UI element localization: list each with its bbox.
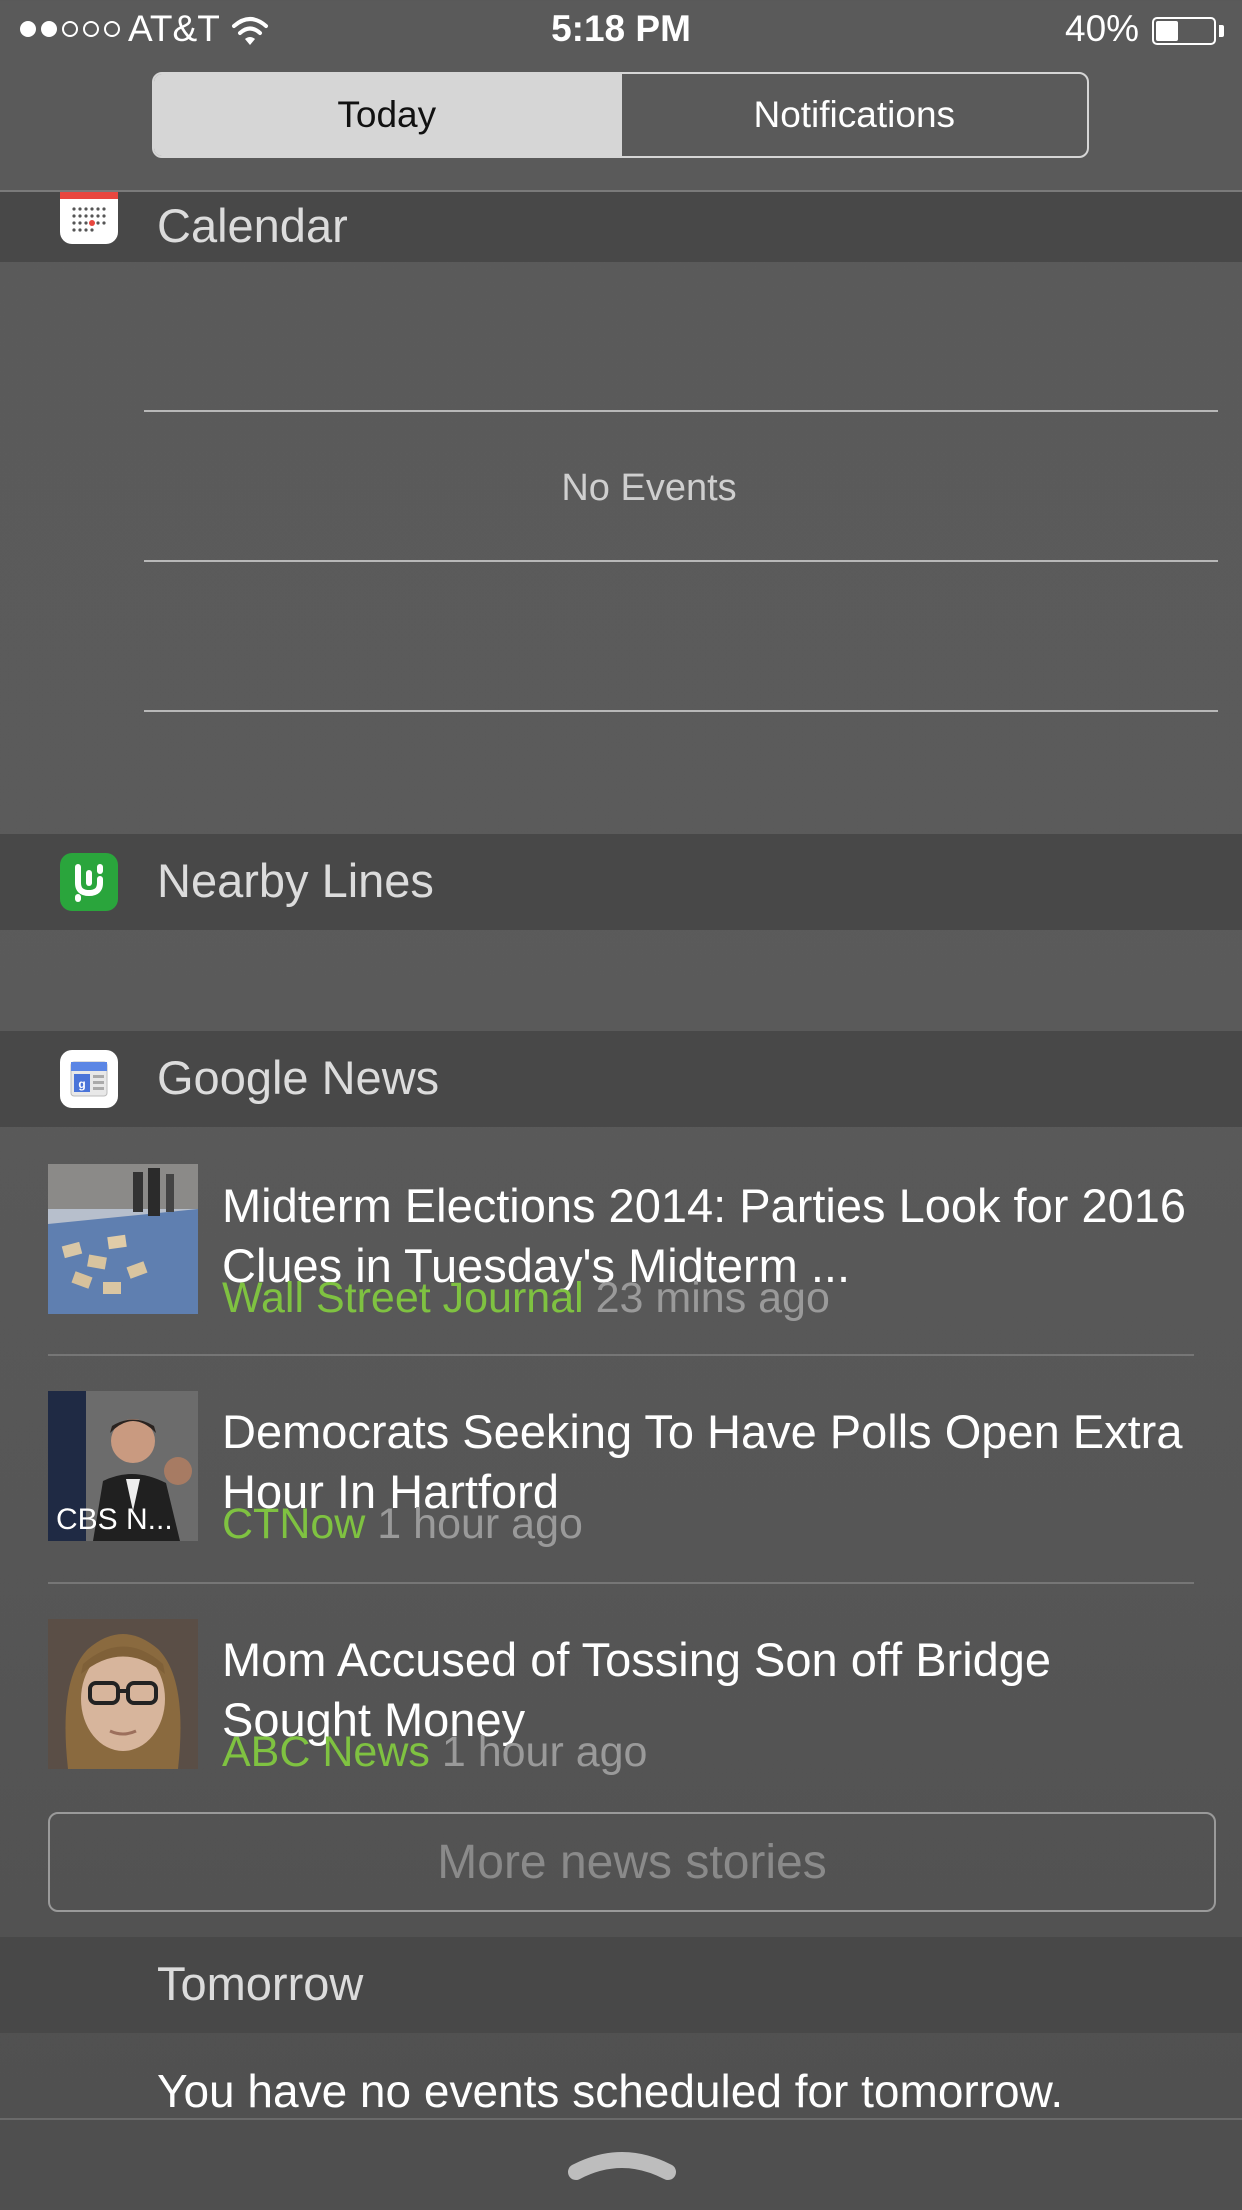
- tomorrow-title: Tomorrow: [157, 1957, 364, 2010]
- battery-icon: [1152, 17, 1216, 45]
- battery-percentage: 40%: [1065, 8, 1140, 49]
- calendar-hour-line: [144, 410, 1218, 412]
- nearby-lines-section-header[interactable]: Nearby Lines: [0, 834, 1242, 930]
- no-events-label: No Events: [561, 467, 737, 509]
- news-divider: [48, 1354, 1194, 1356]
- clock: 5:18 PM: [551, 8, 691, 49]
- news-thumbnail-image: [48, 1164, 198, 1314]
- news-thumbnail-image: [48, 1619, 198, 1769]
- more-news-stories-button[interactable]: More news stories: [48, 1812, 1216, 1912]
- calendar-app-icon: [60, 192, 118, 244]
- tab-today[interactable]: Today: [154, 74, 620, 156]
- calendar-hour-line: [144, 710, 1218, 712]
- news-source: Wall Street Journal: [222, 1274, 584, 1322]
- news-item[interactable]: Midterm Elections 2014: Parties Look for…: [0, 1150, 1242, 1350]
- tab-notifications[interactable]: Notifications: [619, 74, 1088, 156]
- google-news-title: Google News: [157, 1051, 440, 1104]
- status-bar: AT&T 5:18 PM 40%: [0, 0, 1242, 62]
- battery-cap: [1219, 25, 1224, 37]
- calendar-section-header[interactable]: Calendar: [0, 192, 1242, 262]
- news-time: 1 hour ago: [441, 1728, 648, 1776]
- battery-level: [1156, 21, 1178, 41]
- news-divider: [48, 1582, 1194, 1584]
- news-time: 1 hour ago: [377, 1500, 583, 1548]
- tomorrow-section-header: Tomorrow: [0, 1937, 1242, 2033]
- news-meta: CTNow 1 hour ago: [222, 1500, 583, 1549]
- news-source: CTNow: [222, 1500, 366, 1548]
- news-meta: ABC News 1 hour ago: [222, 1728, 647, 1777]
- news-time: 23 mins ago: [595, 1274, 830, 1322]
- calendar-hour-line: [144, 560, 1218, 562]
- google-news-app-icon: g: [60, 1050, 118, 1108]
- today-notifications-segmented-control: Today Notifications: [152, 72, 1089, 158]
- nearby-lines-title: Nearby Lines: [157, 854, 434, 907]
- chevron-up-grabber-icon[interactable]: [566, 2148, 678, 2182]
- news-item[interactable]: Mom Accused of Tossing Son off Bridge So…: [0, 1606, 1242, 1806]
- transit-app-icon: [60, 853, 118, 911]
- tomorrow-summary: You have no events scheduled for tomorro…: [157, 2065, 1064, 2117]
- news-item[interactable]: CBS N... Democrats Seeking To Have Polls…: [0, 1378, 1242, 1578]
- news-thumbnail-image: CBS N...: [48, 1391, 198, 1541]
- calendar-title: Calendar: [157, 199, 348, 252]
- svg-text:g: g: [78, 1077, 85, 1091]
- thumbnail-caption: CBS N...: [56, 1503, 173, 1536]
- news-meta: Wall Street Journal 23 mins ago: [222, 1274, 830, 1323]
- google-news-section-header[interactable]: g Google News: [0, 1031, 1242, 1127]
- news-source: ABC News: [222, 1728, 430, 1776]
